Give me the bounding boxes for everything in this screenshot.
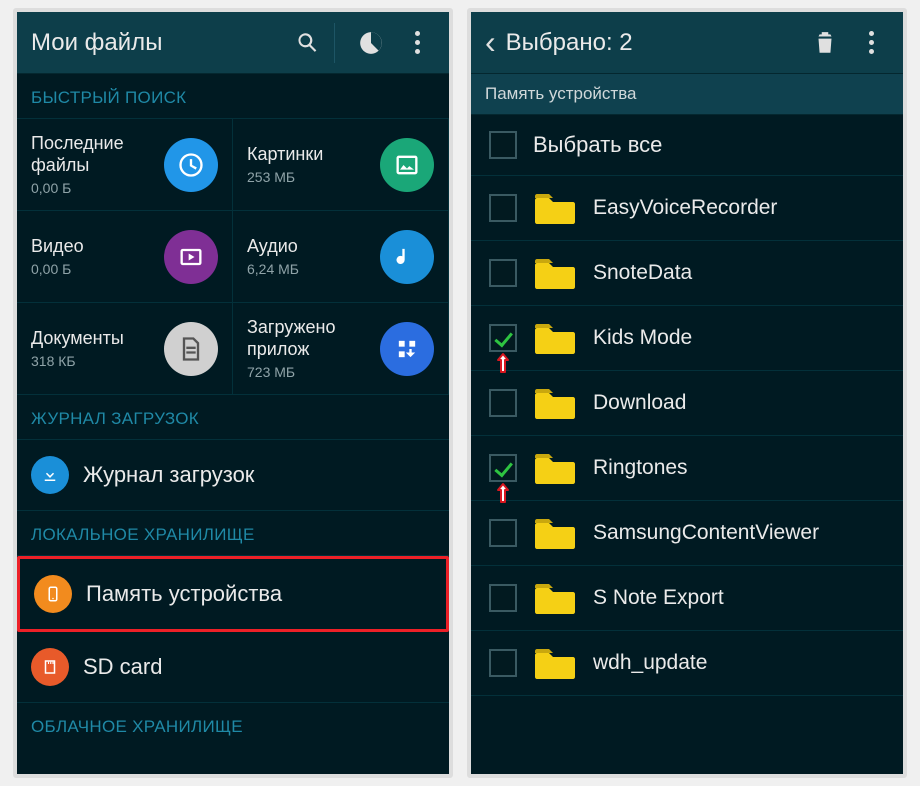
music-icon (380, 230, 434, 284)
folder-name: SamsungContentViewer (593, 521, 819, 545)
folder-row[interactable]: Ringtones (471, 436, 903, 501)
header: ‹ Выбрано: 2 (471, 12, 903, 74)
phone-right: ‹ Выбрано: 2 Память устройства Выбрать в… (467, 8, 907, 778)
quick-size: 253 МБ (247, 169, 374, 185)
folder-checkbox[interactable] (489, 649, 517, 677)
folder-name: Download (593, 391, 686, 415)
quick-video[interactable]: Видео 0,00 Б (17, 211, 233, 303)
folder-row[interactable]: SnoteData (471, 241, 903, 306)
folder-icon (533, 255, 577, 291)
folder-row[interactable]: Kids Mode (471, 306, 903, 371)
app-title: Мои файлы (31, 29, 280, 57)
folder-row[interactable]: S Note Export (471, 566, 903, 631)
selection-count: Выбрано: 2 (506, 29, 797, 57)
folder-checkbox[interactable] (489, 259, 517, 287)
folder-list: EasyVoiceRecorder SnoteData Kids Mode Downl… (471, 176, 903, 696)
phone-icon (34, 575, 72, 613)
quick-title: Документы (31, 328, 158, 350)
quick-size: 6,24 МБ (247, 261, 374, 277)
folder-name: EasyVoiceRecorder (593, 196, 777, 220)
quick-audio[interactable]: Аудио 6,24 МБ (233, 211, 449, 303)
folder-name: SnoteData (593, 261, 692, 285)
device-memory[interactable]: Память устройства (17, 556, 449, 632)
clock-icon (164, 138, 218, 192)
document-icon (164, 322, 218, 376)
select-all-label: Выбрать все (533, 132, 662, 158)
folder-checkbox[interactable] (489, 519, 517, 547)
sd-card-label: SD card (83, 654, 162, 680)
quick-size: 0,00 Б (31, 261, 158, 277)
quick-images[interactable]: Картинки 253 МБ (233, 119, 449, 211)
folder-checkbox[interactable] (489, 194, 517, 222)
quick-size: 0,00 Б (31, 180, 158, 196)
apps-icon (380, 322, 434, 376)
folder-checkbox[interactable] (489, 324, 517, 352)
folder-name: wdh_update (593, 651, 707, 675)
quick-title: Видео (31, 236, 158, 258)
folder-name: S Note Export (593, 586, 724, 610)
delete-icon[interactable] (807, 25, 843, 61)
quick-title: Аудио (247, 236, 374, 258)
phone-left: Мои файлы БЫСТРЫЙ ПОИСК Последние файлы … (13, 8, 453, 778)
menu-icon[interactable] (853, 25, 889, 61)
quick-documents[interactable]: Документы 318 КБ (17, 303, 233, 395)
menu-icon[interactable] (399, 25, 435, 61)
select-all-checkbox[interactable] (489, 131, 517, 159)
quick-size: 318 КБ (31, 353, 158, 369)
storage-pie-icon[interactable] (353, 25, 389, 61)
folder-row[interactable]: EasyVoiceRecorder (471, 176, 903, 241)
sd-card-icon (31, 648, 69, 686)
folder-checkbox[interactable] (489, 454, 517, 482)
folder-icon (533, 320, 577, 356)
header: Мои файлы (17, 12, 449, 74)
section-quick-search: БЫСТРЫЙ ПОИСК (17, 74, 449, 119)
device-memory-label: Память устройства (86, 581, 282, 607)
download-log-label: Журнал загрузок (83, 462, 254, 488)
section-downloads: ЖУРНАЛ ЗАГРУЗОК (17, 395, 449, 440)
folder-name: Ringtones (593, 456, 688, 480)
folder-row[interactable]: SamsungContentViewer (471, 501, 903, 566)
folder-icon (533, 190, 577, 226)
folder-checkbox[interactable] (489, 584, 517, 612)
folder-row[interactable]: Download (471, 371, 903, 436)
quick-access-grid: Последние файлы 0,00 Б Картинки 253 МБ В… (17, 119, 449, 395)
folder-checkbox[interactable] (489, 389, 517, 417)
quick-downloaded-apps[interactable]: Загружено прилож 723 МБ (233, 303, 449, 395)
download-log[interactable]: Журнал загрузок (17, 440, 449, 511)
image-icon (380, 138, 434, 192)
quick-size: 723 МБ (247, 364, 374, 380)
video-icon (164, 230, 218, 284)
download-icon (31, 456, 69, 494)
quick-title: Картинки (247, 144, 374, 166)
sd-card[interactable]: SD card (17, 632, 449, 703)
quick-recent-files[interactable]: Последние файлы 0,00 Б (17, 119, 233, 211)
folder-name: Kids Mode (593, 326, 692, 350)
folder-icon (533, 385, 577, 421)
search-icon[interactable] (290, 25, 326, 61)
quick-title: Загружено прилож (247, 317, 374, 360)
folder-icon (533, 580, 577, 616)
folder-icon (533, 645, 577, 681)
folder-icon (533, 450, 577, 486)
folder-row[interactable]: wdh_update (471, 631, 903, 696)
quick-title: Последние файлы (31, 133, 158, 176)
section-cloud-storage: ОБЛАЧНОЕ ХРАНИЛИЩЕ (17, 703, 449, 747)
select-all-row[interactable]: Выбрать все (471, 115, 903, 176)
header-divider (334, 23, 335, 63)
section-local-storage: ЛОКАЛЬНОЕ ХРАНИЛИЩЕ (17, 511, 449, 556)
back-icon[interactable]: ‹ (485, 24, 496, 61)
breadcrumb[interactable]: Память устройства (471, 74, 903, 115)
folder-icon (533, 515, 577, 551)
